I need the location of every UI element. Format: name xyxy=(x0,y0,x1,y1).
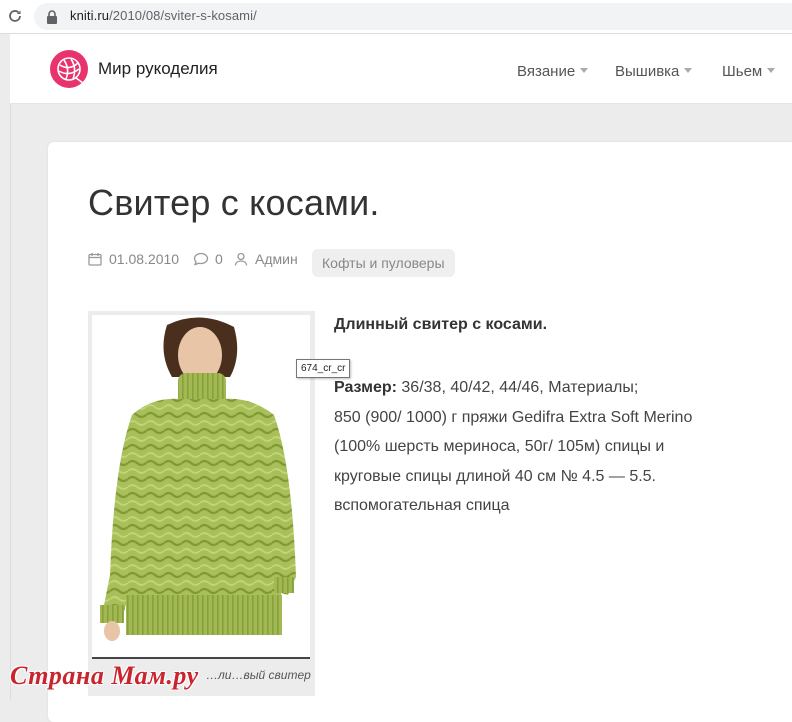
yarn-ball-icon[interactable] xyxy=(50,50,88,88)
nav-item-embroidery[interactable]: Вышивка xyxy=(615,63,693,80)
chevron-down-icon xyxy=(580,68,589,73)
image-caption: …ли…вый свитер xyxy=(206,668,311,682)
calendar-icon xyxy=(88,253,102,266)
size-label: Размер: xyxy=(334,379,397,396)
post-author[interactable]: Админ xyxy=(234,251,298,267)
size-line: Размер: 36/38, 40/42, 44/46, Материалы; xyxy=(334,373,774,403)
sweater-photo[interactable] xyxy=(92,315,310,658)
site-title[interactable]: Мир рукоделия xyxy=(98,59,218,79)
watermark: Страна Мам.ру xyxy=(10,661,199,690)
browser-address-bar: kniti.ru/2010/08/sviter-s-kosami/ xyxy=(0,0,792,34)
size-value: 36/38, 40/42, 44/46, Материалы; xyxy=(396,379,639,396)
chevron-down-icon xyxy=(684,68,693,73)
url-field[interactable]: kniti.ru/2010/08/sviter-s-kosami/ xyxy=(34,3,792,30)
page-gutter-divider xyxy=(10,104,11,700)
nav-item-sewing[interactable]: Шьем xyxy=(722,63,776,80)
user-icon xyxy=(234,252,248,266)
category-tag[interactable]: Кофты и пуловеры xyxy=(312,249,455,277)
comment-icon xyxy=(193,252,209,266)
url-host: kniti.ru xyxy=(70,8,110,23)
nav-label: Шьем xyxy=(722,63,763,80)
materials-line: круговые спицы длиной 40 см № 4.5 — 5.5. xyxy=(334,467,656,485)
materials-line: вспомогательная спица xyxy=(334,497,510,514)
lock-icon xyxy=(47,10,57,24)
nav-label: Вышивка xyxy=(615,63,680,80)
post-figure xyxy=(88,311,315,696)
nav-label: Вязание xyxy=(517,63,576,80)
url-path: /2010/08/sviter-s-kosami/ xyxy=(109,8,257,23)
materials-line: 850 (900/ 1000) г пряжи Gedifra Extra So… xyxy=(334,408,693,426)
sweater-illustration xyxy=(100,317,296,641)
post-date: 01.08.2010 xyxy=(88,251,179,267)
materials-line: (100% шерсть мериноса, 50г/ 105м) спицы … xyxy=(334,438,665,455)
site-header: Мир рукоделия Вязание Вышивка Шьем xyxy=(10,34,792,104)
post-title: Свитер с косами. xyxy=(88,182,380,223)
post-comments-count: 0 xyxy=(215,251,223,267)
chevron-down-icon xyxy=(767,68,776,73)
post-body: Размер: 36/38, 40/42, 44/46, Материалы; … xyxy=(334,373,774,521)
post-lead: Длинный свитер с косами. xyxy=(334,316,548,333)
post-comments[interactable]: 0 xyxy=(193,251,223,267)
reload-icon[interactable] xyxy=(6,7,24,25)
post-date-text: 01.08.2010 xyxy=(109,251,180,267)
nav-item-knitting[interactable]: Вязание xyxy=(517,63,589,80)
url-text: kniti.ru/2010/08/sviter-s-kosami/ xyxy=(70,8,257,23)
caption-divider xyxy=(92,657,310,659)
post-author-name: Админ xyxy=(255,251,298,267)
